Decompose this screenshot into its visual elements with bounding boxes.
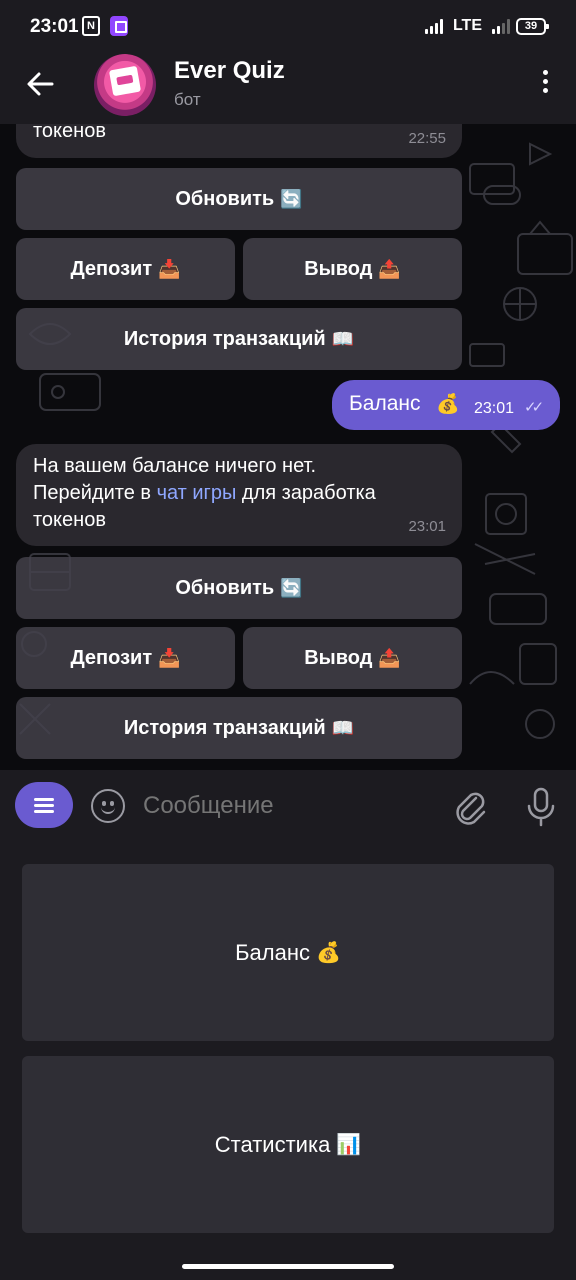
home-gesture-handle[interactable] (182, 1264, 394, 1269)
nfc-icon: N (82, 16, 100, 36)
battery-icon: 39 (516, 17, 549, 35)
message-list[interactable]: токенов 22:55 Обновить 🔄 Депозит 📥 Вывод 📤 … (0, 124, 576, 770)
incoming-message[interactable]: токенов 22:55 (16, 124, 462, 158)
balance-button[interactable]: Баланс 💰 (22, 864, 554, 1041)
message-time: 23:01 (408, 518, 446, 535)
deposit-button[interactable]: Депозит 📥 (16, 238, 235, 300)
money-bag-icon: 💰 (316, 942, 341, 964)
outgoing-message[interactable]: Баланс 💰 23:01 ✓✓ (332, 380, 560, 430)
message-input[interactable] (143, 792, 433, 820)
money-bag-icon: 💰 (436, 394, 460, 415)
chat-header: Ever Quiz бот (0, 52, 576, 124)
inbox-tray-icon: 📥 (158, 258, 181, 279)
refresh-icon: 🔄 (280, 577, 303, 598)
withdraw-label: Вывод (304, 257, 373, 280)
deposit-label: Депозит (70, 257, 153, 280)
incoming-message[interactable]: На вашем балансе ничего нет. Перейдите в… (16, 444, 462, 546)
deposit-label: Депозит (70, 646, 153, 669)
status-bar: 23:01 N LTE 39 (0, 0, 576, 52)
status-time: 23:01 (30, 16, 79, 37)
open-book-icon: 📖 (331, 328, 355, 349)
history-label: История транзакций (123, 716, 326, 739)
message-time: 22:55 (408, 130, 446, 147)
more-options-icon[interactable] (540, 70, 550, 98)
navigation-bar (0, 1256, 576, 1280)
withdraw-button[interactable]: Вывод 📤 (243, 238, 462, 300)
history-label: История транзакций (123, 327, 326, 350)
bot-avatar[interactable] (94, 54, 156, 116)
twitch-icon (110, 16, 128, 36)
back-arrow-icon[interactable] (22, 66, 58, 102)
transaction-history-button[interactable]: История транзакций 📖 (16, 308, 462, 370)
paperclip-icon[interactable] (452, 788, 488, 828)
inbox-tray-icon: 📥 (158, 647, 181, 668)
bot-menu-button[interactable] (15, 782, 73, 828)
transaction-history-button[interactable]: История транзакций 📖 (16, 697, 462, 759)
message-line: Перейдите в чат игры для заработка (33, 482, 376, 504)
withdraw-button[interactable]: Вывод 📤 (243, 627, 462, 689)
read-checks-icon: ✓✓ (524, 399, 544, 416)
reply-keyboard: Баланс 💰 Статистика 📊 (0, 844, 576, 1256)
emoji-icon[interactable] (91, 789, 125, 823)
refresh-label: Обновить (175, 187, 275, 210)
open-book-icon: 📖 (331, 717, 355, 738)
chat-title[interactable]: Ever Quiz (174, 57, 285, 85)
balance-label: Баланс (235, 939, 310, 965)
game-chat-link[interactable]: чат игры (157, 482, 237, 504)
refresh-button[interactable]: Обновить 🔄 (16, 557, 462, 619)
message-text: Баланс (349, 392, 421, 415)
deposit-button[interactable]: Депозит 📥 (16, 627, 235, 689)
refresh-button[interactable]: Обновить 🔄 (16, 168, 462, 230)
withdraw-label: Вывод (304, 646, 373, 669)
outbox-tray-icon: 📤 (378, 258, 401, 279)
network-type: LTE (452, 17, 482, 34)
composer-bar (0, 770, 576, 844)
message-line: токенов (33, 509, 106, 531)
outbox-tray-icon: 📤 (378, 647, 401, 668)
refresh-icon: 🔄 (280, 188, 303, 209)
refresh-label: Обновить (175, 576, 275, 599)
bar-chart-icon: 📊 (336, 1134, 362, 1156)
statistics-label: Статистика (214, 1131, 331, 1157)
microphone-icon[interactable] (524, 786, 558, 828)
signal-icon (424, 18, 443, 34)
message-line: На вашем балансе ничего нет. (33, 455, 317, 477)
signal-secondary-icon (492, 18, 510, 34)
message-time: 23:01 (474, 400, 515, 417)
chat-subtitle: бот (174, 90, 201, 109)
message-text: токенов (33, 124, 106, 142)
statistics-button[interactable]: Статистика 📊 (22, 1056, 554, 1233)
